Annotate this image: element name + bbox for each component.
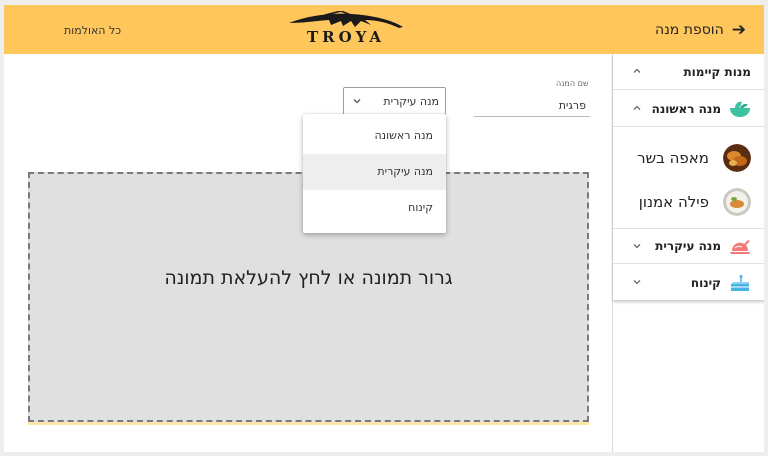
dish-name: מאפה בשר xyxy=(637,149,709,167)
chevron-down-icon xyxy=(633,280,641,285)
arrow-right-icon: ➔ xyxy=(731,20,746,40)
chevron-up-icon xyxy=(633,68,641,73)
troya-logo: TROYA xyxy=(285,10,407,51)
dropzone-message: גרור תמונה או לחץ להעלאת תמונה xyxy=(164,267,453,289)
app-window: ➔ הוספת מנה TROYA כל האולמות שם המנה מנה… xyxy=(4,5,764,452)
salad-bowl-icon xyxy=(730,101,750,117)
all-halls-link[interactable]: כל האולמות xyxy=(64,24,121,37)
back-button[interactable]: ➔ הוספת מנה xyxy=(655,20,746,40)
sidebar-category-main-course[interactable]: מנה עיקרית xyxy=(613,228,764,264)
chevron-down-icon xyxy=(633,244,641,249)
fish-fillet-thumb xyxy=(723,188,751,216)
dish-item-meat-pastry[interactable]: מאפה בשר xyxy=(613,136,764,180)
chevron-down-icon xyxy=(353,99,361,104)
dish-name-label: שם המנה xyxy=(556,79,589,88)
dropzone-accent-line xyxy=(28,422,589,425)
logo-text: TROYA xyxy=(306,28,386,46)
chevron-up-icon xyxy=(633,105,641,110)
menu-item-first-course[interactable]: מנה ראשונה xyxy=(303,118,446,154)
sidebar-category-label: מנה ראשונה xyxy=(651,101,721,116)
category-dropdown-menu: מנה ראשונה מנה עיקרית קינוח xyxy=(303,114,446,233)
dish-item-fish-fillet[interactable]: פילה אמנון xyxy=(613,180,764,224)
dish-name: פילה אמנון xyxy=(638,193,709,211)
top-header: ➔ הוספת מנה TROYA כל האולמות xyxy=(4,5,764,54)
sidebar: מנות קיימות מנה ראשונה מאפה בשר פילה אמנ… xyxy=(612,54,764,452)
existing-dishes-title: מנות קיימות xyxy=(683,64,751,79)
category-select[interactable]: מנה עיקרית xyxy=(343,87,446,115)
page-title: הוספת מנה xyxy=(655,22,724,38)
sidebar-category-first-course[interactable]: מנה ראשונה xyxy=(613,91,764,127)
category-select-value: מנה עיקרית xyxy=(383,95,439,108)
dish-name-input[interactable] xyxy=(474,95,590,117)
menu-item-dessert[interactable]: קינוח xyxy=(303,190,446,226)
meat-pastry-thumb xyxy=(723,144,751,172)
sidebar-category-label: מנה עיקרית xyxy=(655,239,721,253)
sidebar-category-label: קינוח xyxy=(690,276,721,290)
roast-chicken-icon xyxy=(730,240,750,254)
menu-item-main-course[interactable]: מנה עיקרית xyxy=(303,154,446,190)
sidebar-category-dessert[interactable]: קינוח xyxy=(613,265,764,301)
sidebar-dishes-panel: מנות קיימות מנה ראשונה מאפה בשר פילה אמנ… xyxy=(613,54,764,300)
cake-slice-icon xyxy=(731,275,749,291)
existing-dishes-header[interactable]: מנות קיימות xyxy=(613,54,764,90)
